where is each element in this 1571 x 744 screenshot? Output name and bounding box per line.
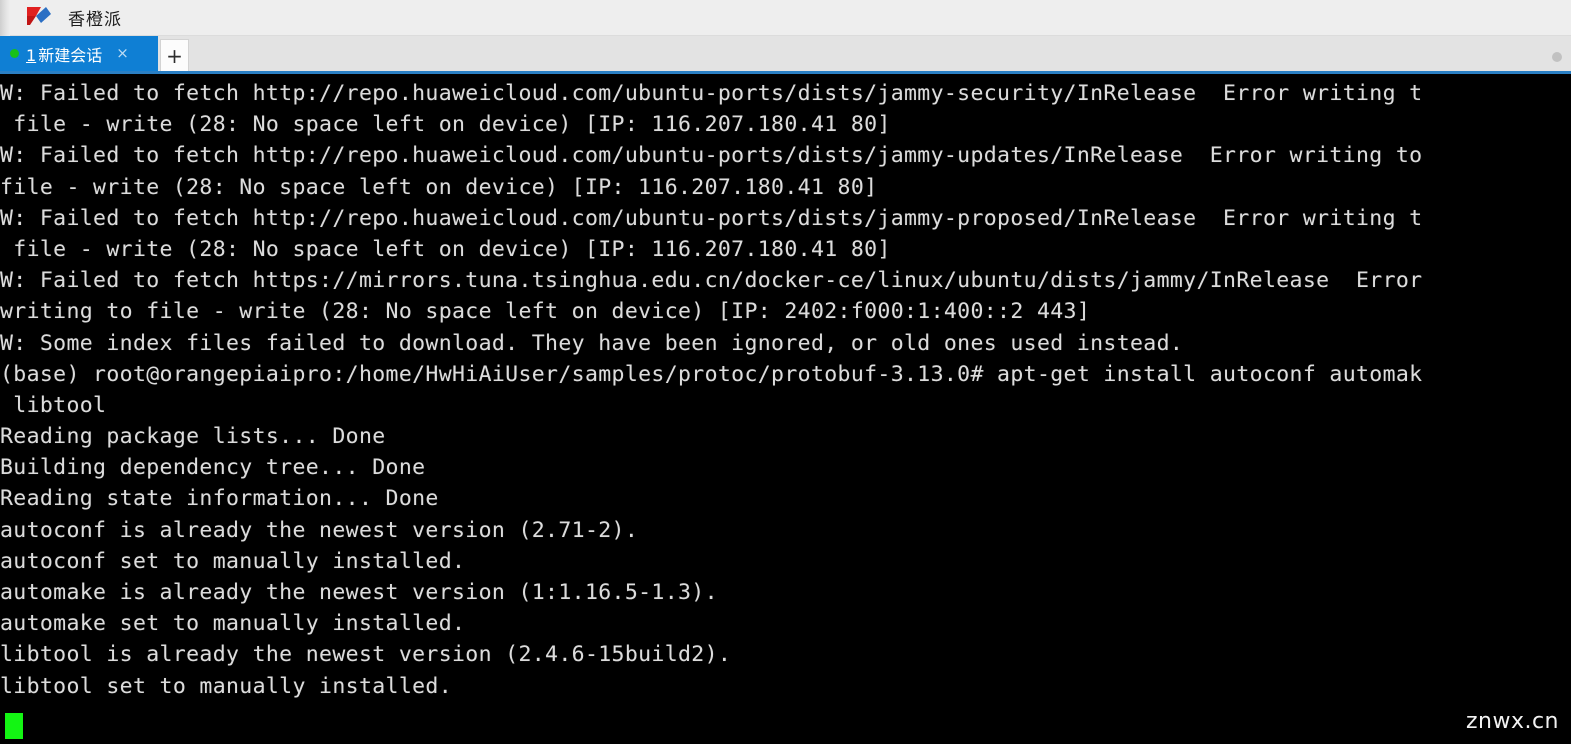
terminal-line: autoconf set to manually installed. <box>0 548 466 574</box>
terminal-line: libtool set to manually installed. <box>0 673 452 699</box>
terminal-line: file - write (28: No space left on devic… <box>0 236 891 262</box>
titlebar-left-edge <box>0 0 10 36</box>
app-window: 香橙派 1 新建会话 × + W: Failed to fetch http://… <box>0 0 1571 744</box>
terminal-line: W: Failed to fetch http://repo.huaweiclo… <box>0 81 1423 106</box>
terminal-line: W: Failed to fetch http://repo.huaweiclo… <box>0 143 1423 169</box>
tab-bar: 1 新建会话 × + <box>0 36 1571 74</box>
window-titlebar: 香橙派 <box>0 0 1571 36</box>
tab-session-1-title: 新建会话 <box>38 45 103 65</box>
terminal-line: Building dependency tree... Done <box>0 455 426 481</box>
terminal-view[interactable]: W: Failed to fetch http://repo.huaweiclo… <box>0 77 1571 744</box>
terminal-line: (base) root@orangepiaipro:/home/HwHiAiUs… <box>0 361 1423 387</box>
terminal-line: Reading state information... Done <box>0 486 439 512</box>
tab-session-1[interactable]: 1 新建会话 × <box>0 36 158 71</box>
terminal-line: W: Failed to fetch https://mirrors.tuna.… <box>0 268 1423 294</box>
terminal-output: W: Failed to fetch http://repo.huaweiclo… <box>0 77 1571 702</box>
watermark: znwx.cn <box>1465 709 1559 734</box>
terminal-line: libtool is already the newest version (2… <box>0 642 732 668</box>
session-status-dot-icon <box>10 49 19 58</box>
tab-bar-spacer <box>189 36 1549 71</box>
terminal-line: Reading package lists... Done <box>0 424 386 450</box>
tab-session-1-label: 1 新建会话 <box>26 42 102 66</box>
terminal-line: W: Some index files failed to download. … <box>0 330 1184 356</box>
terminal-line: writing to file - write (28: No space le… <box>0 299 1091 325</box>
terminal-line: automake is already the newest version (… <box>0 580 718 605</box>
terminal-line: file - write (28: No space left on devic… <box>0 174 878 200</box>
overflow-icon[interactable] <box>1549 49 1565 65</box>
terminal-line: libtool <box>0 392 107 418</box>
new-tab-button[interactable]: + <box>160 39 189 71</box>
app-title: 香橙派 <box>68 10 122 30</box>
close-icon[interactable]: × <box>116 46 129 61</box>
orangepi-flag-logo-icon <box>24 5 54 31</box>
block-cursor <box>5 713 23 739</box>
terminal-line: W: Failed to fetch http://repo.huaweiclo… <box>0 205 1423 231</box>
terminal-line: file - write (28: No space left on devic… <box>0 112 891 138</box>
tab-index-number: 1 <box>26 45 37 65</box>
terminal-line: autoconf is already the newest version (… <box>0 517 639 543</box>
terminal-line: automake set to manually installed. <box>0 611 466 637</box>
